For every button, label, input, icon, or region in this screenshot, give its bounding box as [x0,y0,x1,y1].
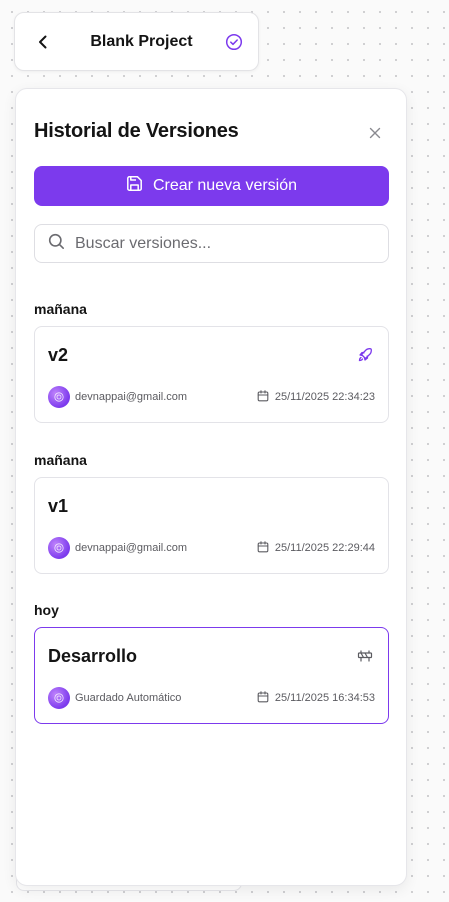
back-arrow-icon[interactable] [33,32,53,52]
version-card-v2[interactable]: v2 devnappai@gmail.com 25/11/2025 22:34:… [34,326,389,423]
version-history-panel: Historial de Versiones Crear nueva versi… [15,88,407,886]
version-date: 25/11/2025 16:34:53 [257,690,375,706]
group-label: mañana [34,452,87,468]
construction-icon [356,647,374,665]
calendar-icon [257,540,269,556]
version-meta: devnappai@gmail.com 25/11/2025 22:34:23 [48,386,375,408]
version-card-desarrollo[interactable]: Desarrollo Guardado Automático 25/11/202… [34,627,389,724]
group-label: hoy [34,602,59,618]
version-name: v2 [48,345,69,365]
version-author: Guardado Automático [75,692,182,704]
avatar [48,687,70,709]
close-icon[interactable] [365,123,385,143]
panel-title: Historial de Versiones [34,120,239,142]
create-version-button[interactable]: Crear nueva versión [34,166,389,206]
version-date-text: 25/11/2025 16:34:53 [274,692,375,704]
version-name: Desarrollo [48,646,138,666]
version-date: 25/11/2025 22:34:23 [257,389,375,405]
avatar [48,386,70,408]
project-header: Blank Project [14,12,259,71]
calendar-icon [257,690,269,706]
version-meta: devnappai@gmail.com 25/11/2025 22:29:44 [48,537,375,559]
search-input[interactable] [75,234,388,253]
version-date-text: 25/11/2025 22:34:23 [274,391,375,403]
search-icon [48,233,65,255]
version-date-text: 25/11/2025 22:29:44 [274,542,375,554]
version-meta: Guardado Automático 25/11/2025 16:34:53 [48,687,375,709]
version-date: 25/11/2025 22:29:44 [257,540,375,556]
saved-check-icon[interactable] [224,32,244,52]
version-name: v1 [48,496,69,516]
rocket-icon [356,346,374,364]
save-icon [126,175,143,197]
version-author: devnappai@gmail.com [75,542,188,554]
calendar-icon [257,389,269,405]
group-label: mañana [34,301,87,317]
avatar [48,537,70,559]
version-author: devnappai@gmail.com [75,391,188,403]
create-version-label: Crear nueva versión [152,177,298,194]
search-box [34,224,389,263]
version-card-v1[interactable]: v1 devnappai@gmail.com 25/11/2025 22:29:… [34,477,389,574]
project-title: Blank Project [90,32,193,50]
